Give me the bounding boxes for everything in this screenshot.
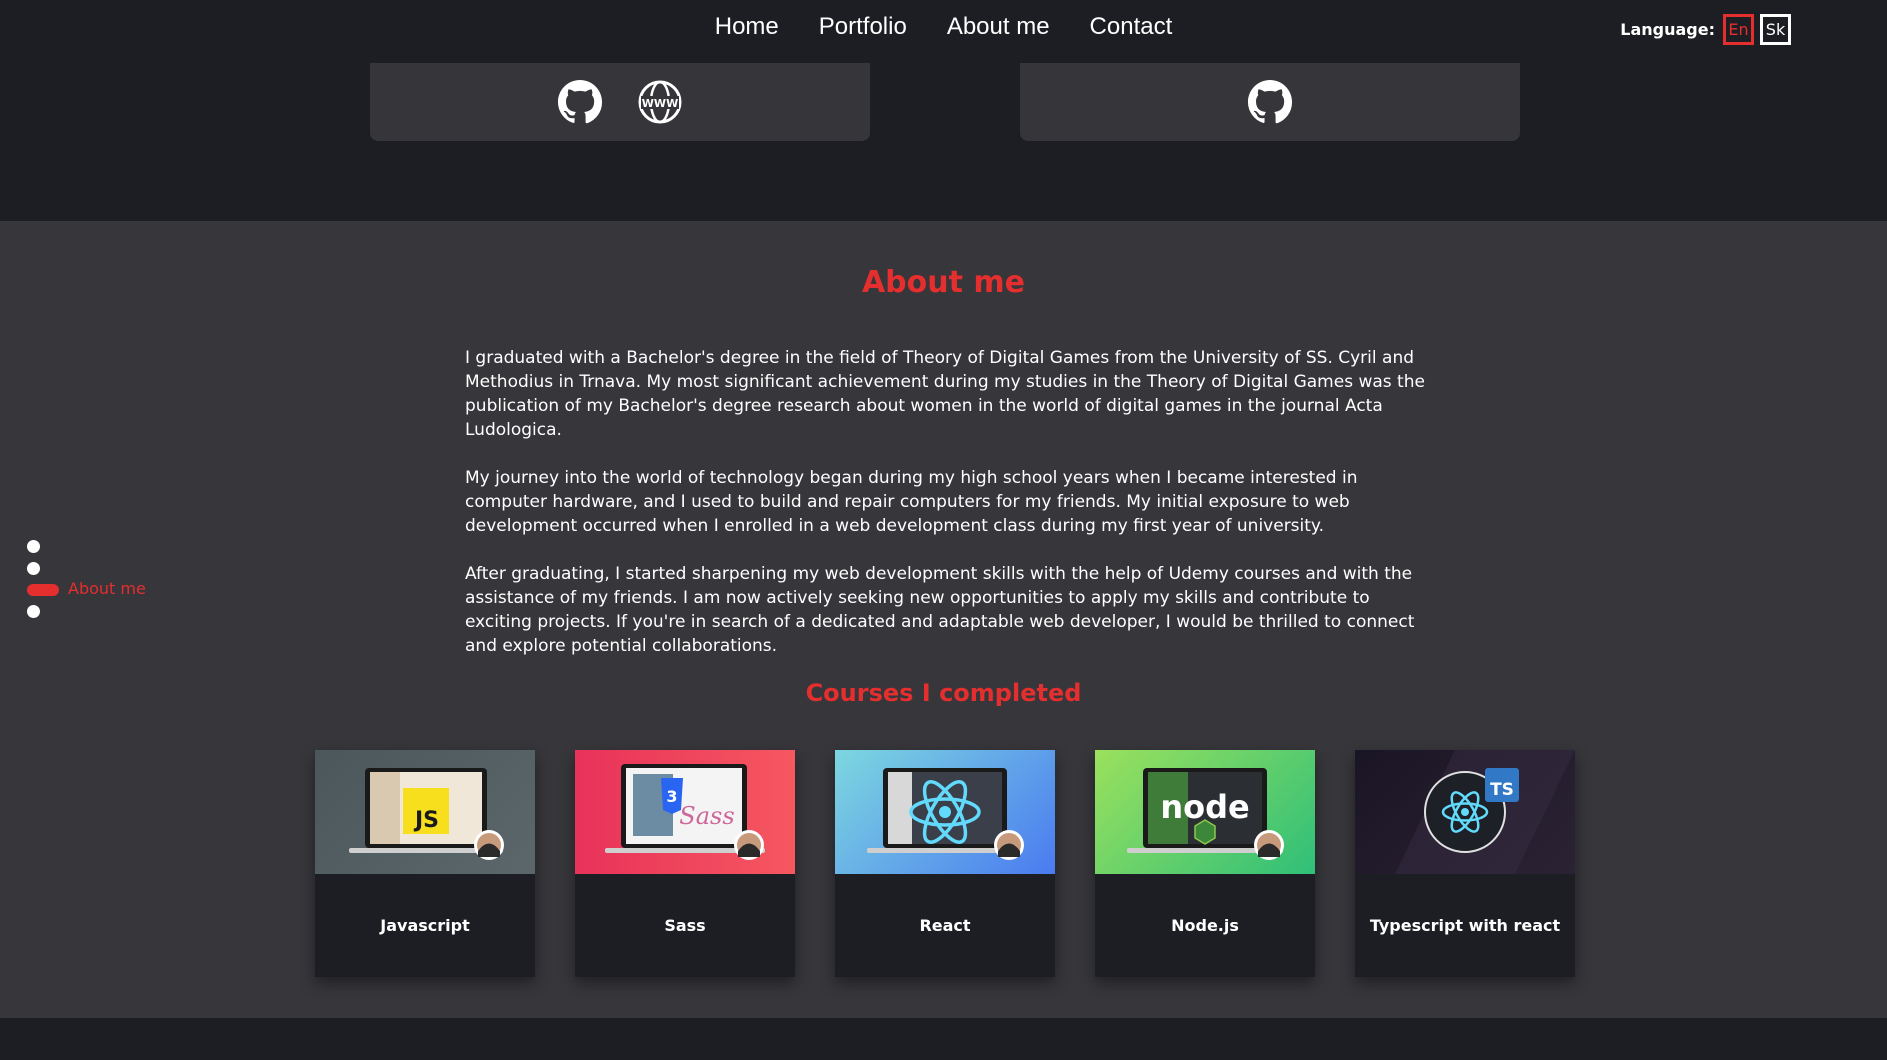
section-dot-1[interactable]	[27, 540, 40, 553]
course-card-typescript-react[interactable]: TS Typescript with react	[1355, 750, 1575, 977]
about-section: About me I graduated with a Bachelor's d…	[0, 221, 1887, 1018]
course-name: Typescript with react	[1369, 916, 1561, 935]
top-navbar: Home Portfolio About me Contact Language…	[0, 0, 1887, 60]
about-title: About me	[861, 265, 1026, 300]
www-icon[interactable]: WWW	[637, 79, 683, 125]
about-text: I graduated with a Bachelor's degree in …	[465, 346, 1437, 682]
language-switcher: Language: En Sk	[1620, 14, 1791, 45]
about-paragraph-3: After graduating, I started sharpening m…	[465, 564, 1415, 656]
course-thumbnail: 3 Sass	[575, 750, 795, 874]
course-thumbnail: node	[1095, 750, 1315, 874]
section-dot-2[interactable]	[27, 562, 40, 575]
section-dot-4[interactable]	[27, 605, 40, 618]
course-card-javascript[interactable]: JS Javascript	[315, 750, 535, 977]
course-card-nodejs[interactable]: node Node.js	[1095, 750, 1315, 977]
about-paragraph-2: My journey into the world of technology …	[465, 468, 1358, 536]
course-name: Node.js	[1171, 916, 1239, 935]
language-label: Language:	[1620, 20, 1715, 39]
language-en-button[interactable]: En	[1723, 14, 1754, 45]
github-icon[interactable]	[1247, 79, 1293, 125]
sass-badge-text: Sass	[679, 802, 734, 830]
course-name: Sass	[664, 916, 706, 935]
nav-home[interactable]: Home	[715, 13, 779, 41]
course-card-react[interactable]: React	[835, 750, 1055, 977]
portfolio-card-links: WWW	[370, 63, 870, 141]
course-card-sass[interactable]: 3 Sass Sass	[575, 750, 795, 977]
main-nav: Home Portfolio About me Contact	[0, 13, 1887, 41]
section-dot-about-active[interactable]: About me	[27, 579, 146, 598]
svg-text:WWW: WWW	[642, 97, 678, 110]
portfolio-card-links-2	[1020, 63, 1520, 141]
section-dots-nav: About me	[27, 540, 146, 627]
section-dot-label[interactable]: About me	[68, 579, 146, 598]
next-section-edge	[0, 1018, 1887, 1060]
course-thumbnail	[835, 750, 1055, 874]
language-sk-button[interactable]: Sk	[1760, 14, 1791, 45]
courses-title: Courses I completed	[805, 679, 1082, 707]
course-name: React	[919, 916, 971, 935]
course-name: Javascript	[380, 916, 470, 935]
js-badge-text: JS	[413, 808, 439, 833]
courses-list: JS Javascript 3 Sass Sass React node Nod…	[315, 750, 1575, 977]
github-icon[interactable]	[557, 79, 603, 125]
nav-contact[interactable]: Contact	[1090, 13, 1173, 41]
about-paragraph-1: I graduated with a Bachelor's degree in …	[465, 348, 1425, 440]
portfolio-section: WWW	[0, 60, 1887, 221]
ts-badge-text: TS	[1490, 780, 1514, 800]
svg-text:3: 3	[666, 787, 677, 806]
nav-about-me[interactable]: About me	[947, 13, 1050, 41]
course-thumbnail: TS	[1355, 750, 1575, 874]
nav-portfolio[interactable]: Portfolio	[819, 13, 907, 41]
course-thumbnail: JS	[315, 750, 535, 874]
